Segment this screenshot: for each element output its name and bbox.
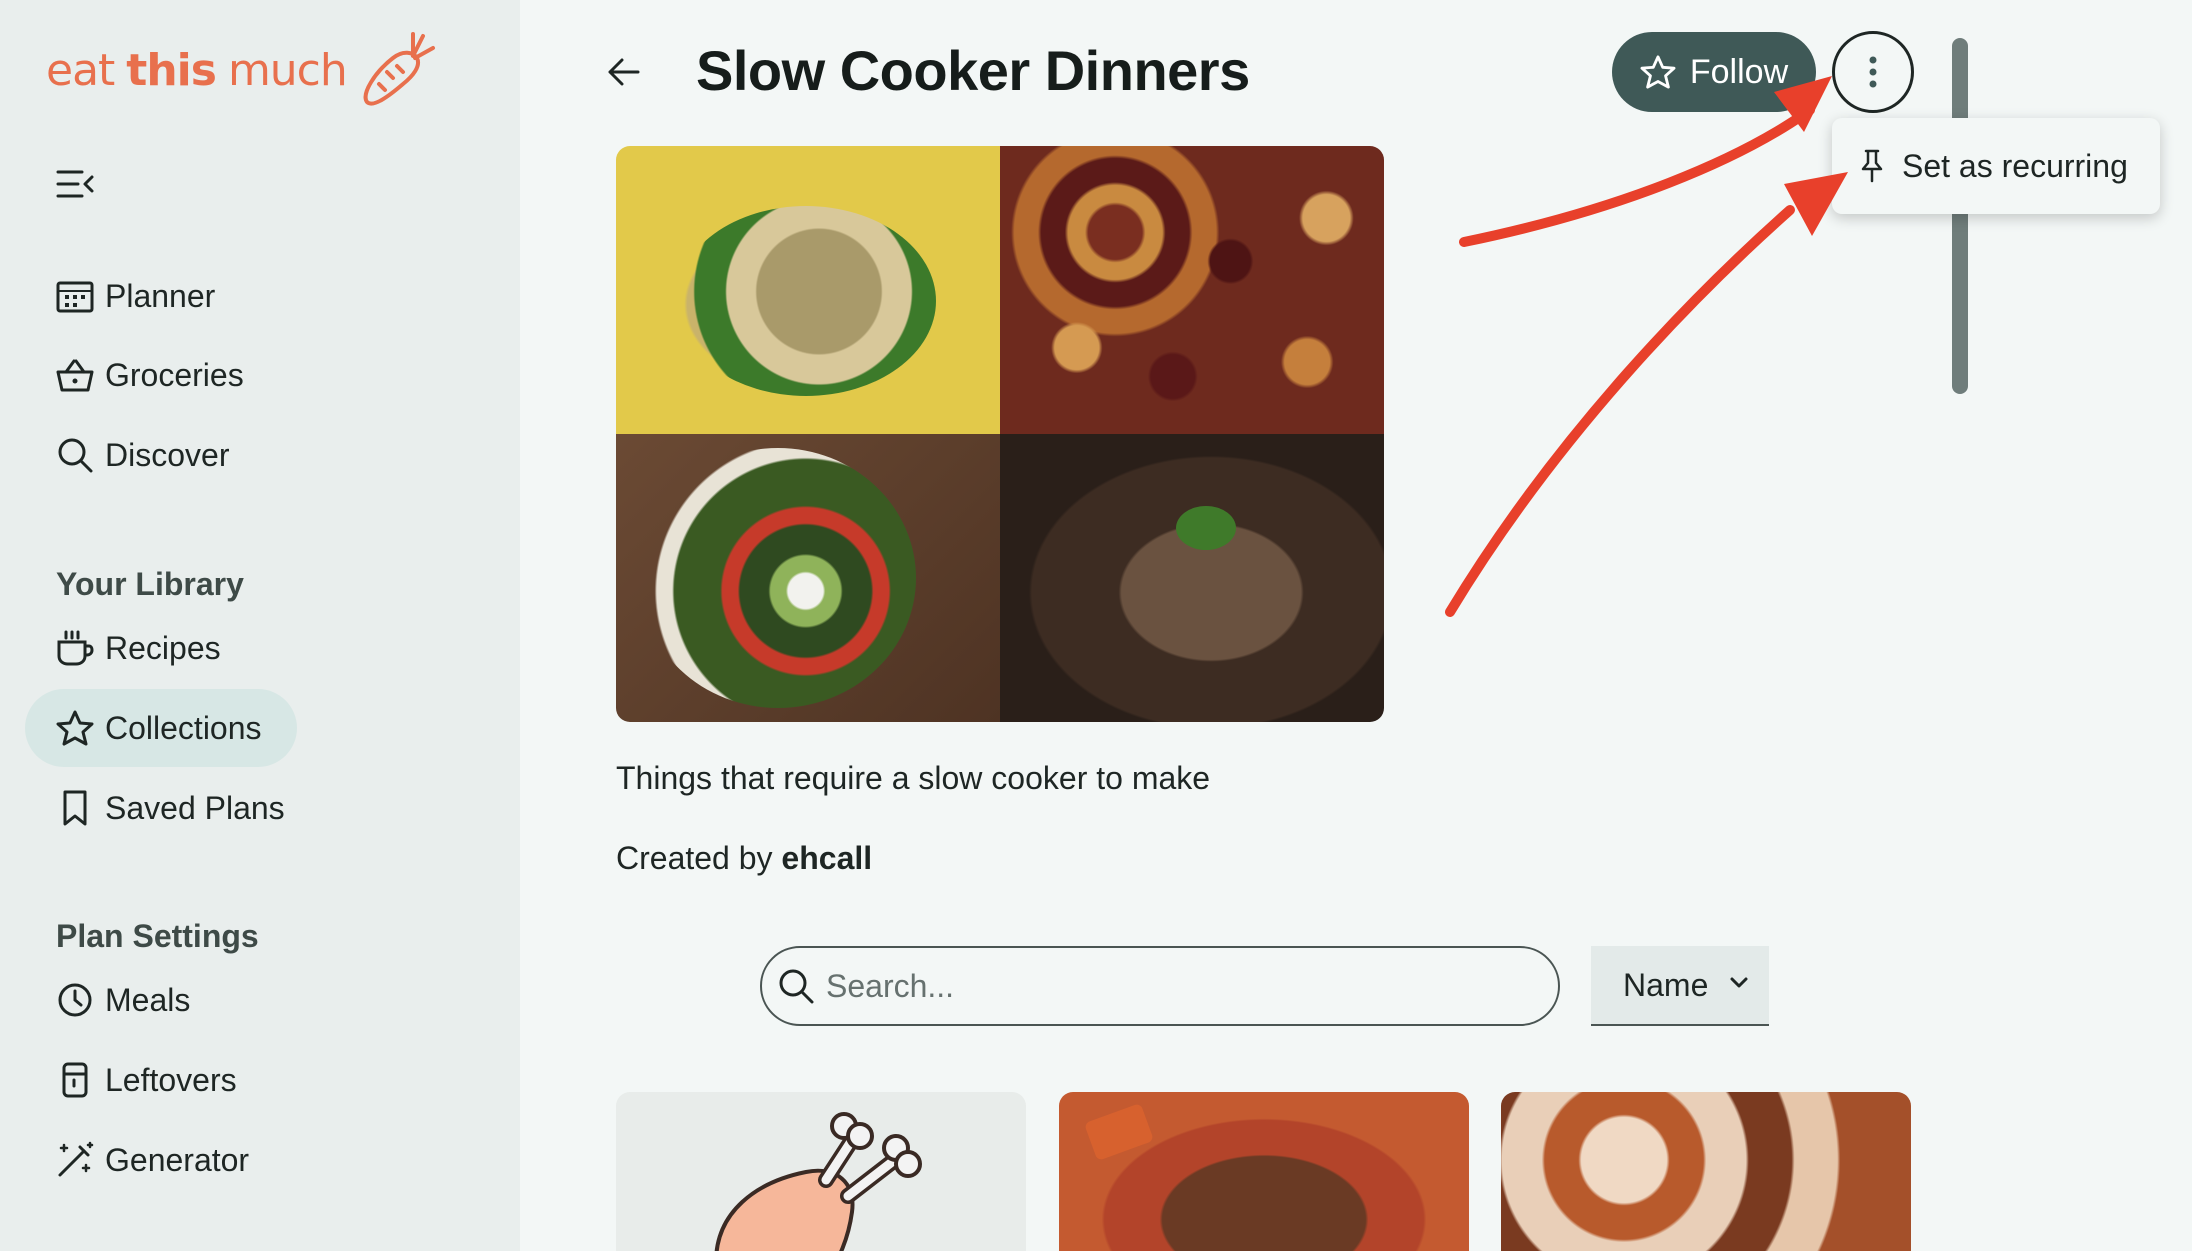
container-icon (55, 1060, 95, 1100)
follow-label: Follow (1689, 52, 1789, 91)
plan-settings-heading: Plan Settings (56, 918, 259, 954)
carrot-icon (363, 32, 435, 106)
recipe-photo (1000, 146, 1384, 434)
search-box (760, 946, 1560, 1026)
scrollbar[interactable] (1952, 38, 1968, 394)
collapse-sidebar-button[interactable] (56, 168, 96, 200)
recipe-photo (1000, 434, 1384, 722)
recipe-photo (616, 146, 1000, 434)
menu-item-set-as-recurring[interactable]: Set as recurring (1902, 148, 2128, 185)
library-heading: Your Library (56, 566, 244, 602)
menu-collapse-icon (56, 170, 94, 198)
chicken-drumstick-icon (714, 1112, 922, 1251)
pin-icon (1861, 149, 1883, 183)
follow-button[interactable]: Follow (1612, 32, 1816, 112)
sidebar-item-label: Saved Plans (105, 789, 285, 826)
star-icon (55, 708, 95, 748)
basket-icon (55, 355, 95, 395)
magic-wand-icon (55, 1140, 95, 1180)
created-by: Created by ehcall (616, 840, 873, 876)
search-icon (55, 435, 95, 475)
sidebar-item-label: Recipes (105, 629, 221, 666)
sidebar-item-meals[interactable]: Meals (25, 961, 297, 1039)
sidebar-item-collections[interactable]: Collections (25, 689, 297, 767)
sidebar-item-leftovers[interactable]: Leftovers (25, 1041, 297, 1119)
sort-select[interactable]: Name (1591, 946, 1769, 1026)
sidebar-item-label: Planner (105, 277, 216, 314)
page-title: Slow Cooker Dinners (696, 39, 1250, 102)
recipe-card[interactable] (616, 1092, 1026, 1251)
sort-selected-value: Name (1623, 966, 1709, 1003)
star-icon (1640, 55, 1676, 89)
sidebar: eat this much Planner Groceries Discover… (0, 0, 520, 1251)
author-name[interactable]: ehcall (781, 840, 872, 876)
sidebar-item-label: Leftovers (105, 1061, 237, 1098)
sidebar-item-planner[interactable]: Planner (25, 257, 297, 335)
sidebar-item-generator[interactable]: Generator (25, 1121, 297, 1199)
clock-icon (55, 980, 95, 1020)
more-vertical-icon (1869, 56, 1877, 88)
sidebar-item-label: Groceries (105, 356, 244, 393)
sidebar-item-recipes[interactable]: Recipes (25, 609, 297, 687)
more-options-button[interactable] (1832, 31, 1914, 113)
sidebar-item-saved-plans[interactable]: Saved Plans (25, 769, 297, 847)
bookmark-icon (55, 788, 95, 828)
mug-icon (55, 628, 95, 668)
collection-image-collage (616, 146, 1384, 722)
arrow-left-icon (608, 58, 640, 86)
sidebar-item-label: Collections (105, 709, 262, 746)
back-button[interactable] (604, 52, 644, 92)
logo[interactable]: eat this much (46, 28, 437, 112)
recipe-card[interactable] (1059, 1092, 1469, 1251)
sidebar-item-label: Discover (105, 436, 230, 473)
search-input[interactable] (826, 967, 1526, 1005)
sidebar-item-label: Generator (105, 1141, 250, 1178)
sidebar-item-groceries[interactable]: Groceries (25, 336, 297, 414)
calendar-icon (55, 276, 95, 316)
options-menu: Set as recurring (1832, 118, 2160, 214)
recipe-photo (616, 434, 1000, 722)
search-icon (779, 969, 814, 1004)
recipe-card[interactable] (1501, 1092, 1911, 1251)
collection-description: Things that require a slow cooker to mak… (616, 760, 1211, 796)
sidebar-item-discover[interactable]: Discover (25, 416, 297, 494)
chevron-down-icon (1730, 977, 1748, 988)
sidebar-item-label: Meals (105, 981, 191, 1018)
